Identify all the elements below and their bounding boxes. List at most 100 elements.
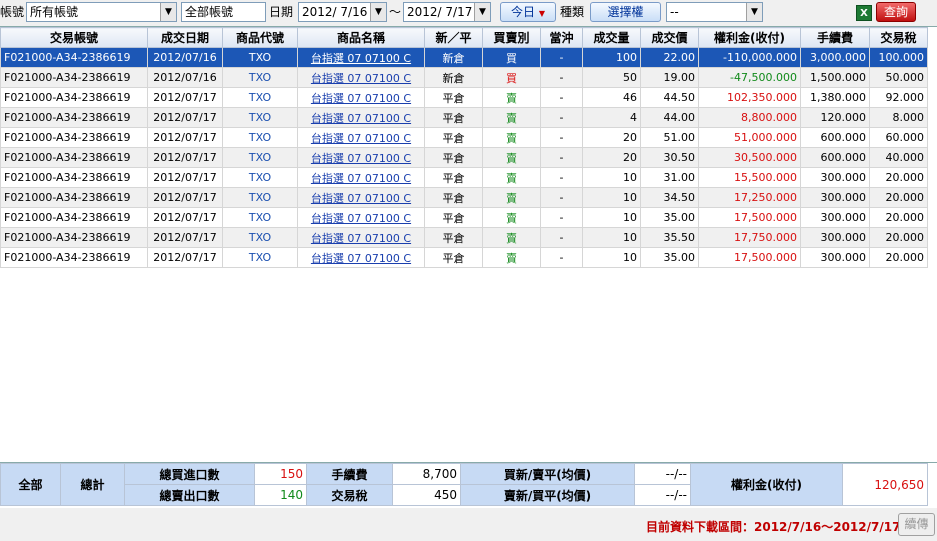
cell-date: 2012/07/17 — [147, 127, 223, 148]
tax-label: 交易稅 — [306, 484, 393, 506]
column-header-side[interactable]: 買賣別 — [482, 27, 541, 48]
continue-button[interactable]: 續傳 — [898, 513, 935, 536]
cell-side: 賣 — [482, 167, 541, 188]
today-button[interactable]: 今日 ▼ — [500, 2, 556, 22]
query-button[interactable]: 查詢 — [876, 2, 916, 22]
table-row[interactable]: F021000-A34-2386619 2012/07/16 TXO 台指選 07 0… — [0, 47, 928, 68]
cell-tax: 100.000 — [869, 47, 928, 68]
table-row[interactable]: F021000-A34-2386619 2012/07/17 TXO 台指選 07 0… — [0, 167, 928, 188]
trade-table: 交易帳號 成交日期 商品代號 商品名稱 新／平 買賣別 當沖 成交量 成交價 權… — [0, 27, 928, 268]
product-name-link[interactable]: 台指選 07 07100 C — [311, 72, 411, 85]
product-name-link[interactable]: 台指選 07 07100 C — [311, 232, 411, 245]
premium-value: 120,650 — [842, 463, 928, 506]
table-row[interactable]: F021000-A34-2386619 2012/07/17 TXO 台指選 07 0… — [0, 207, 928, 228]
cell-premium: 17,750.000 — [698, 227, 801, 248]
product-name-link[interactable]: 台指選 07 07100 C — [311, 52, 411, 65]
chevron-down-icon[interactable]: ▼ — [160, 3, 176, 21]
cell-code: TXO — [222, 47, 298, 68]
chevron-down-icon[interactable]: ▼ — [474, 3, 490, 21]
cell-open-close: 平倉 — [424, 167, 483, 188]
cell-daytrade: - — [540, 147, 583, 168]
column-header-name[interactable]: 商品名稱 — [297, 27, 425, 48]
cell-account: F021000-A34-2386619 — [0, 147, 148, 168]
cell-premium: 51,000.000 — [698, 127, 801, 148]
toolbar: 帳號 所有帳號 ▼ 全部帳號 日期 2012/ 7/16 ▼ ～ 2012/ 7… — [0, 0, 937, 26]
cell-name: 台指選 07 07100 C — [297, 247, 425, 268]
option-button[interactable]: 選擇權 — [590, 2, 661, 22]
chevron-down-icon[interactable]: ▼ — [746, 3, 762, 21]
excel-icon[interactable]: X — [856, 5, 872, 21]
summary-panel: 全部 總計 總買進口數 150 手續費 8,700 買新/賣平(均價) --/-… — [0, 462, 937, 508]
cell-fee: 300.000 — [800, 207, 870, 228]
cell-price: 22.00 — [640, 47, 699, 68]
trade-grid: 交易帳號 成交日期 商品代號 商品名稱 新／平 買賣別 當沖 成交量 成交價 權… — [0, 26, 937, 462]
table-row[interactable]: F021000-A34-2386619 2012/07/17 TXO 台指選 07 0… — [0, 247, 928, 268]
cell-name: 台指選 07 07100 C — [297, 127, 425, 148]
footer: 目前資料下載區間：2012/7/16～2012/7/17 續傳 — [0, 508, 937, 541]
column-header-fee[interactable]: 手續費 — [800, 27, 870, 48]
cell-open-close: 新倉 — [424, 67, 483, 88]
cell-name: 台指選 07 07100 C — [297, 47, 425, 68]
product-name-link[interactable]: 台指選 07 07100 C — [311, 132, 411, 145]
product-name-link[interactable]: 台指選 07 07100 C — [311, 252, 411, 265]
cell-tax: 20.000 — [869, 187, 928, 208]
column-header-premium[interactable]: 權利金(收付) — [698, 27, 801, 48]
table-row[interactable]: F021000-A34-2386619 2012/07/17 TXO 台指選 07 0… — [0, 187, 928, 208]
cell-code: TXO — [222, 147, 298, 168]
column-header-open-close[interactable]: 新／平 — [424, 27, 483, 48]
cell-premium: 17,500.000 — [698, 207, 801, 228]
cell-date: 2012/07/17 — [147, 207, 223, 228]
column-header-account[interactable]: 交易帳號 — [0, 27, 148, 48]
cell-fee: 1,380.000 — [800, 87, 870, 108]
cell-open-close: 平倉 — [424, 87, 483, 108]
buy-open-label: 總買進口數 — [124, 463, 255, 485]
cell-code: TXO — [222, 167, 298, 188]
cell-premium: 15,500.000 — [698, 167, 801, 188]
product-name-link[interactable]: 台指選 07 07100 C — [311, 92, 411, 105]
cell-tax: 8.000 — [869, 107, 928, 128]
column-header-code[interactable]: 商品代號 — [222, 27, 298, 48]
cell-date: 2012/07/17 — [147, 227, 223, 248]
column-header-tax[interactable]: 交易稅 — [869, 27, 928, 48]
cell-name: 台指選 07 07100 C — [297, 147, 425, 168]
date-from-picker[interactable]: 2012/ 7/16 ▼ — [298, 2, 387, 22]
product-name-link[interactable]: 台指選 07 07100 C — [311, 112, 411, 125]
type-select[interactable]: -- ▼ — [666, 2, 763, 22]
table-row[interactable]: F021000-A34-2386619 2012/07/17 TXO 台指選 07 0… — [0, 127, 928, 148]
date-to-picker[interactable]: 2012/ 7/17 ▼ — [403, 2, 491, 22]
chevron-down-icon[interactable]: ▼ — [370, 3, 386, 21]
cell-price: 35.50 — [640, 227, 699, 248]
table-row[interactable]: F021000-A34-2386619 2012/07/17 TXO 台指選 07 0… — [0, 107, 928, 128]
cell-tax: 40.000 — [869, 147, 928, 168]
buy-new-value: --/-- — [634, 463, 691, 485]
sell-open-label: 總賣出口數 — [124, 484, 255, 506]
cell-fee: 120.000 — [800, 107, 870, 128]
column-header-qty[interactable]: 成交量 — [582, 27, 641, 48]
cell-open-close: 平倉 — [424, 227, 483, 248]
account-select[interactable]: 所有帳號 ▼ — [26, 2, 177, 22]
table-row[interactable]: F021000-A34-2386619 2012/07/17 TXO 台指選 07 0… — [0, 87, 928, 108]
cell-open-close: 平倉 — [424, 207, 483, 228]
product-name-link[interactable]: 台指選 07 07100 C — [311, 152, 411, 165]
cell-side: 賣 — [482, 247, 541, 268]
table-row[interactable]: F021000-A34-2386619 2012/07/17 TXO 台指選 07 0… — [0, 147, 928, 168]
cell-side: 賣 — [482, 127, 541, 148]
cell-price: 19.00 — [640, 67, 699, 88]
cell-tax: 20.000 — [869, 207, 928, 228]
cell-open-close: 平倉 — [424, 247, 483, 268]
column-header-daytrade[interactable]: 當沖 — [540, 27, 583, 48]
date-range-separator: ～ — [389, 5, 402, 19]
cell-code: TXO — [222, 247, 298, 268]
cell-daytrade: - — [540, 187, 583, 208]
column-header-date[interactable]: 成交日期 — [147, 27, 223, 48]
column-header-price[interactable]: 成交價 — [640, 27, 699, 48]
cell-account: F021000-A34-2386619 — [0, 67, 148, 88]
table-row[interactable]: F021000-A34-2386619 2012/07/17 TXO 台指選 07 0… — [0, 227, 928, 248]
product-name-link[interactable]: 台指選 07 07100 C — [311, 192, 411, 205]
product-name-link[interactable]: 台指選 07 07100 C — [311, 212, 411, 225]
cell-code: TXO — [222, 87, 298, 108]
account-input[interactable]: 全部帳號 — [181, 2, 266, 22]
table-row[interactable]: F021000-A34-2386619 2012/07/16 TXO 台指選 07 0… — [0, 67, 928, 88]
product-name-link[interactable]: 台指選 07 07100 C — [311, 172, 411, 185]
cell-daytrade: - — [540, 127, 583, 148]
